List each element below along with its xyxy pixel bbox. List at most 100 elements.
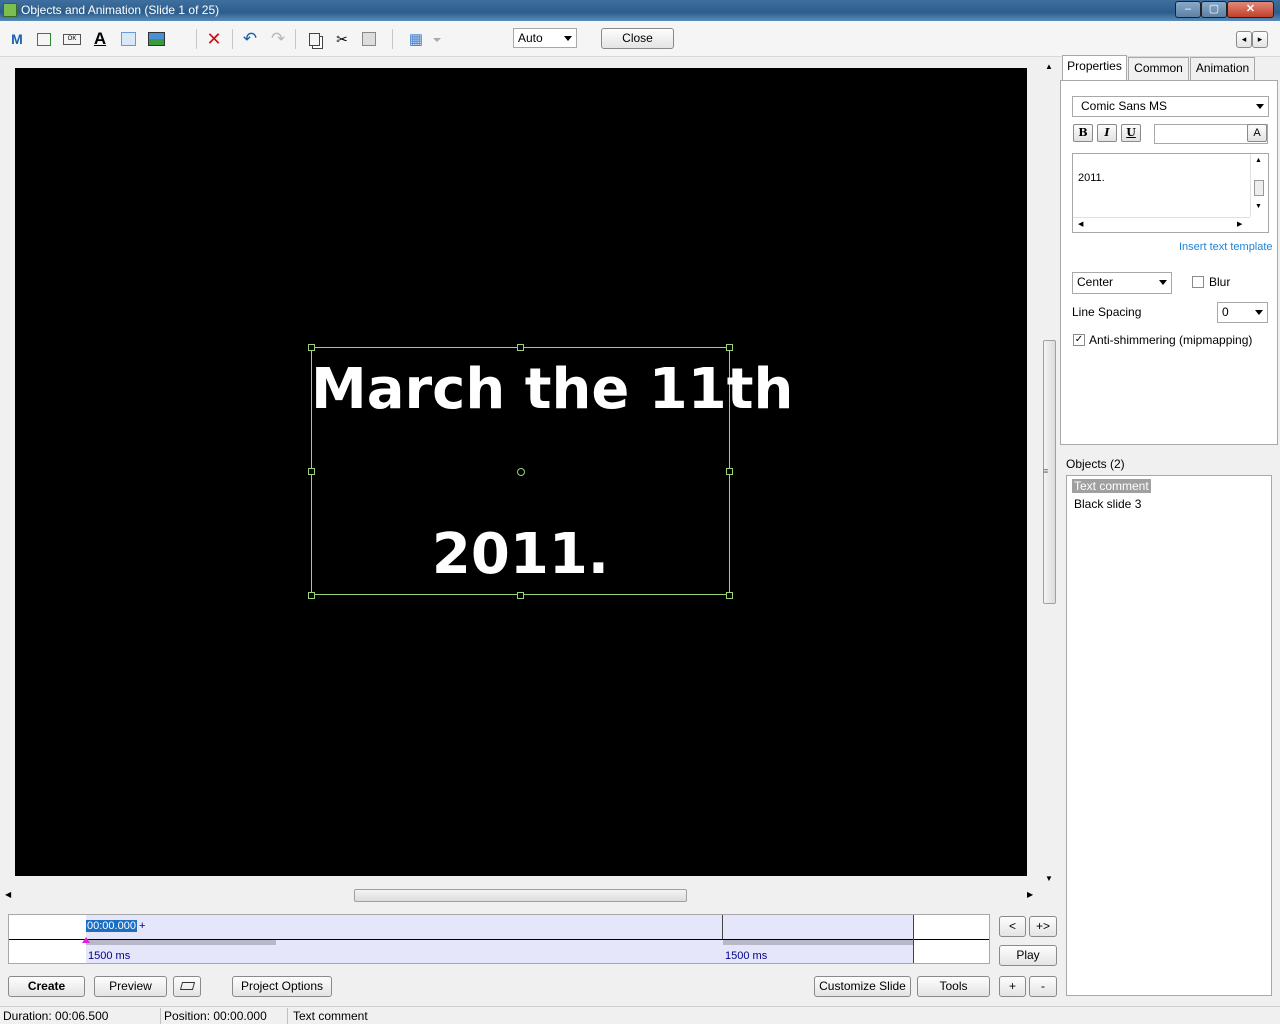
timeline-end-marker[interactable]	[913, 915, 914, 963]
timeline-segment	[86, 940, 276, 945]
customize-slide-button[interactable]: Customize Slide	[814, 976, 911, 997]
undo-icon[interactable]: ↶	[241, 29, 259, 48]
next-slide-button[interactable]: ▸	[1252, 31, 1268, 48]
font-value: Comic Sans MS	[1081, 99, 1168, 113]
resize-handle[interactable]	[726, 592, 733, 599]
align-select[interactable]: Center	[1072, 272, 1172, 294]
timeline-playhead-icon[interactable]	[82, 937, 90, 943]
editor-vscroll[interactable]: ▲ ▼	[1250, 154, 1268, 217]
list-item[interactable]: Black slide 3	[1074, 497, 1141, 511]
timeline-label-a: 1500 ms	[88, 950, 131, 962]
resize-handle[interactable]	[726, 344, 733, 351]
antishimmer-label: Anti-shimmering (mipmapping)	[1089, 333, 1253, 347]
play-button[interactable]: Play	[999, 945, 1057, 966]
underline-button[interactable]: U	[1121, 124, 1141, 142]
timeline-label-b: 1500 ms	[725, 950, 768, 962]
title-bar: Objects and Animation (Slide 1 of 25) – …	[0, 0, 1280, 21]
scroll-right-icon[interactable]: ▶	[1027, 890, 1033, 899]
grid-icon[interactable]: ▦	[407, 30, 425, 48]
prev-slide-button[interactable]: ◂	[1236, 31, 1252, 48]
toolbar: M OK A ✕ ↶ ↷ ✂ ▦ Auto Close ◂ ▸	[0, 21, 1280, 57]
chevron-down-icon	[1256, 104, 1264, 109]
maximize-button[interactable]: ▢	[1201, 1, 1227, 18]
chevron-down-icon	[564, 36, 572, 41]
timeline-segment	[723, 940, 914, 945]
line-spacing-select[interactable]: 0	[1217, 302, 1268, 323]
zoom-select[interactable]: Auto	[513, 28, 577, 48]
resize-handle[interactable]	[308, 592, 315, 599]
paste-icon[interactable]	[360, 30, 378, 48]
text-color-button[interactable]: A	[1247, 124, 1267, 142]
font-select[interactable]: Comic Sans MS	[1072, 96, 1269, 117]
timeline-cursor-time[interactable]: 00:00.000	[86, 920, 137, 932]
tab-common[interactable]: Common	[1128, 57, 1189, 80]
timeline-plus[interactable]: +	[139, 920, 145, 932]
delete-icon[interactable]: ✕	[205, 29, 223, 49]
project-options-button[interactable]: Project Options	[232, 976, 332, 997]
scroll-left-icon[interactable]: ◀	[5, 890, 11, 899]
list-item[interactable]: Text comment	[1072, 479, 1151, 493]
scroll-right-icon[interactable]: ▶	[1237, 220, 1242, 228]
close-window-button[interactable]: ✕	[1227, 1, 1274, 18]
scroll-down-icon[interactable]: ▼	[1045, 874, 1053, 883]
chevron-down-icon	[1159, 280, 1167, 285]
italic-button[interactable]: I	[1097, 124, 1117, 142]
toolbar-separator	[295, 29, 296, 49]
prev-keyframe-button[interactable]: <	[999, 916, 1026, 937]
horizontal-scroll-thumb[interactable]	[354, 889, 687, 902]
image-icon[interactable]	[147, 30, 165, 48]
remove-keyframe-button[interactable]: -	[1029, 976, 1057, 997]
center-handle[interactable]	[517, 468, 525, 476]
tools-button[interactable]: Tools	[917, 976, 990, 997]
scroll-up-icon[interactable]: ▲	[1045, 62, 1053, 71]
next-keyframe-button[interactable]: +>	[1029, 916, 1057, 937]
frame-icon[interactable]	[119, 30, 137, 48]
window-mode-button[interactable]	[173, 976, 201, 997]
copy-icon[interactable]	[305, 30, 323, 48]
window-icon	[179, 982, 195, 990]
splitter-grip-icon[interactable]: ≡	[1043, 466, 1048, 476]
scroll-up-icon[interactable]: ▲	[1255, 157, 1262, 164]
slide-text-line2: 2011.	[431, 522, 610, 587]
create-button[interactable]: Create	[8, 976, 85, 997]
text-editor-value: 2011.	[1078, 172, 1105, 184]
close-button[interactable]: Close	[601, 28, 674, 49]
text-icon[interactable]: A	[91, 29, 109, 48]
redo-icon[interactable]: ↷	[269, 29, 287, 48]
objects-list[interactable]: Text comment Black slide 3	[1066, 475, 1272, 996]
scroll-left-icon[interactable]: ◀	[1078, 220, 1083, 228]
horizontal-scrollbar[interactable]: ◀ ▶	[0, 887, 1041, 904]
m-icon[interactable]: M	[8, 30, 26, 48]
status-bar: Duration: 00:06.500 Position: 00:00.000 …	[0, 1006, 1280, 1024]
toolbar-separator	[392, 29, 393, 49]
resize-handle[interactable]	[308, 344, 315, 351]
rectangle-icon[interactable]	[35, 30, 53, 48]
status-object: Text comment	[293, 1009, 368, 1023]
add-keyframe-button[interactable]: +	[999, 976, 1026, 997]
resize-handle[interactable]	[726, 468, 733, 475]
scroll-down-icon[interactable]: ▼	[1255, 203, 1262, 210]
resize-handle[interactable]	[308, 468, 315, 475]
resize-handle[interactable]	[517, 592, 524, 599]
preview-button[interactable]: Preview	[94, 976, 167, 997]
align-value: Center	[1077, 275, 1114, 289]
tab-animation[interactable]: Animation	[1190, 57, 1255, 80]
text-editor[interactable]: 2011. ▲ ▼ ◀ ▶	[1072, 153, 1269, 233]
editor-hscroll[interactable]: ◀ ▶	[1073, 217, 1250, 232]
antishimmer-checkbox[interactable]: ✓	[1073, 334, 1085, 346]
bold-button[interactable]: B	[1073, 124, 1093, 142]
grid-dropdown-arrow[interactable]	[433, 38, 441, 42]
blur-checkbox[interactable]	[1192, 276, 1204, 288]
resize-handle[interactable]	[517, 344, 524, 351]
timeline-keyframe-marker[interactable]	[722, 915, 723, 939]
insert-text-template-link[interactable]: Insert text template	[1179, 241, 1273, 253]
button-icon[interactable]: OK	[63, 30, 81, 48]
status-separator	[160, 1008, 161, 1024]
tab-properties[interactable]: Properties	[1062, 55, 1127, 80]
blur-label: Blur	[1209, 275, 1231, 289]
toolbar-separator	[196, 29, 197, 49]
editor-vscroll-thumb[interactable]	[1254, 180, 1264, 196]
timeline[interactable]: 00:00.000 + 1500 ms 1500 ms	[8, 914, 990, 964]
cut-icon[interactable]: ✂	[333, 30, 351, 48]
minimize-button[interactable]: –	[1175, 1, 1201, 18]
